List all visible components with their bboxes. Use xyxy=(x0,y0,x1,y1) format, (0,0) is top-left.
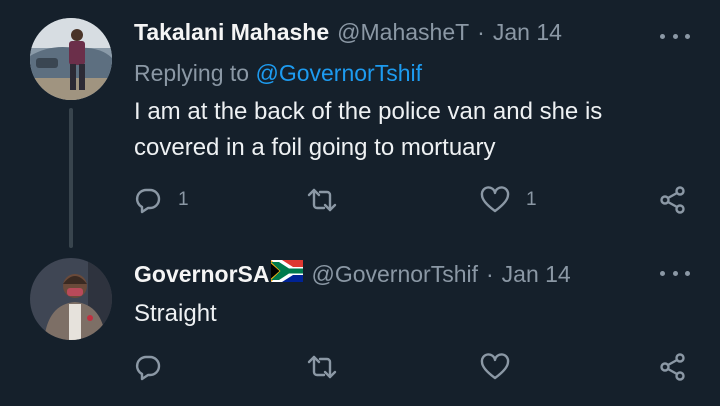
retweet-icon xyxy=(307,355,337,379)
tweet-text: I am at the back of the police van and s… xyxy=(134,98,603,161)
speech-bubble-icon xyxy=(135,188,161,214)
like-count: 1 xyxy=(526,189,537,210)
share-button[interactable] xyxy=(658,351,688,383)
tweet-header: GovernorSA @GovernorTshif · Jan 14 xyxy=(134,260,571,288)
timestamp[interactable]: Jan 14 xyxy=(493,19,562,46)
retweet-icon xyxy=(307,188,337,212)
display-name[interactable]: Takalani Mahashe xyxy=(134,19,329,46)
tweet-header: Takalani Mahashe @MahasheT · Jan 14 xyxy=(134,19,562,46)
retweet-button[interactable] xyxy=(306,351,354,383)
avatar[interactable] xyxy=(30,18,112,100)
heart-icon xyxy=(480,353,510,380)
replying-to-label: Replying to xyxy=(134,60,250,86)
retweet-button[interactable] xyxy=(306,184,354,216)
share-icon xyxy=(660,186,685,214)
separator-dot: · xyxy=(477,19,485,45)
more-horizontal-icon[interactable] xyxy=(660,263,690,283)
replying-to-handle-link[interactable]: @GovernorTshif xyxy=(255,60,422,86)
share-button[interactable] xyxy=(658,184,688,216)
replying-to: Replying to @GovernorTshif xyxy=(134,60,422,87)
avatar[interactable] xyxy=(30,258,112,340)
share-icon xyxy=(660,353,685,381)
timestamp[interactable]: Jan 14 xyxy=(502,261,571,288)
user-handle[interactable]: @MahasheT xyxy=(337,19,469,46)
more-horizontal-icon[interactable] xyxy=(660,26,690,46)
separator-dot: · xyxy=(486,260,494,287)
tweet-text: Straight xyxy=(134,300,217,327)
thread-connector-line xyxy=(69,108,73,248)
speech-bubble-icon xyxy=(135,355,161,381)
reply-button[interactable] xyxy=(134,351,178,383)
user-handle[interactable]: @GovernorTshif xyxy=(311,261,478,288)
like-button[interactable]: 1 xyxy=(480,184,537,216)
south-africa-flag-icon xyxy=(271,260,304,288)
reply-button[interactable]: 1 xyxy=(134,184,189,216)
heart-icon xyxy=(480,186,510,213)
tweet-actions xyxy=(134,351,694,383)
tweet-actions: 1 1 xyxy=(134,184,694,216)
display-name[interactable]: GovernorSA xyxy=(134,261,269,288)
like-button[interactable] xyxy=(480,351,526,383)
reply-count: 1 xyxy=(178,189,189,210)
